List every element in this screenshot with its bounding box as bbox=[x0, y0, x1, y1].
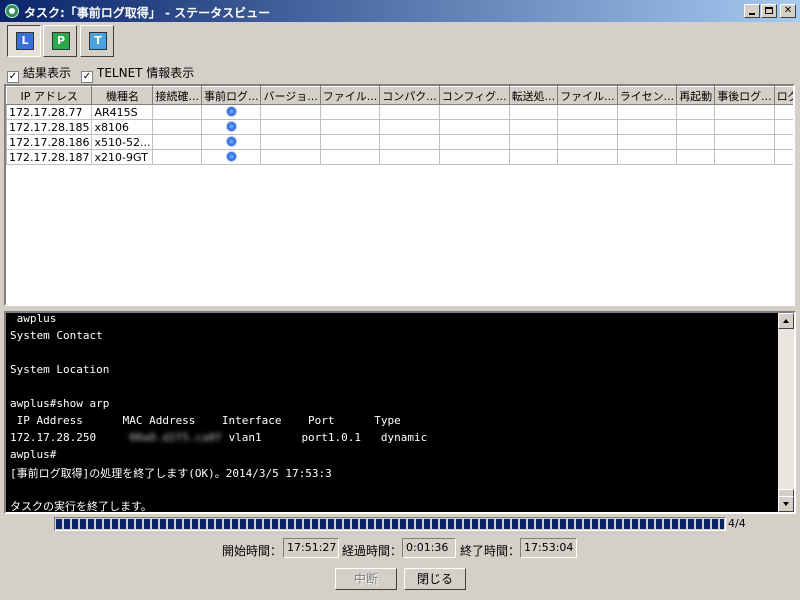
show-results-checkbox[interactable]: ✓ 結果表示 bbox=[7, 64, 72, 83]
telnet-console[interactable]: awplus System Contact System Location aw… bbox=[4, 311, 796, 514]
console-scrollbar[interactable] bbox=[778, 313, 794, 512]
window-title: タスク:「事前ログ取得」 - ステータスビュー bbox=[24, 6, 271, 20]
log-view-icon: L bbox=[16, 32, 34, 50]
arp-port: port1.0.1 bbox=[301, 431, 362, 444]
busy-icon bbox=[226, 121, 236, 131]
console-line: awplus# bbox=[10, 448, 57, 461]
console-line: IP Address MAC Address Interface Port Ty… bbox=[10, 414, 401, 427]
connect-cell bbox=[152, 119, 202, 135]
close-window-button[interactable]: ✕ bbox=[780, 4, 796, 18]
terminal-icon: T bbox=[89, 32, 107, 50]
ip-cell: 172.17.28.77 bbox=[6, 104, 93, 120]
model-cell: x210-9GT bbox=[91, 149, 154, 165]
table-header-row: IP アドレス 機種名 接続確... 事前ログ... バージョ... ファイル.… bbox=[6, 86, 793, 105]
terminal-button[interactable]: T bbox=[80, 25, 114, 57]
stop-button[interactable]: 中断 bbox=[335, 568, 397, 590]
start-time-label: 開始時間： bbox=[222, 544, 283, 558]
column-header-version[interactable]: バージョ... bbox=[260, 86, 321, 105]
status-grid[interactable]: IP アドレス 機種名 接続確... 事前ログ... バージョ... ファイル.… bbox=[4, 84, 795, 306]
model-cell: x510-52... bbox=[91, 134, 154, 150]
scroll-down-icon[interactable] bbox=[778, 496, 794, 512]
progress-bar bbox=[54, 517, 726, 531]
connect-cell bbox=[152, 134, 202, 150]
log-view-button[interactable]: L bbox=[7, 25, 41, 57]
end-time-label: 終了時間： bbox=[460, 544, 521, 558]
console-line: System Location bbox=[10, 363, 110, 376]
busy-icon bbox=[226, 151, 236, 161]
column-header-file2[interactable]: ファイル... bbox=[557, 86, 618, 105]
column-header-ip[interactable]: IP アドレス bbox=[6, 86, 93, 105]
column-header-model[interactable]: 機種名 bbox=[91, 86, 154, 105]
model-cell: x8106 bbox=[91, 119, 154, 135]
prelog-cell bbox=[200, 134, 262, 150]
column-header-file[interactable]: ファイル... bbox=[319, 86, 381, 105]
console-line: [事前ログ取得]の処理を終了します(OK)。2014/3/5 17:53:3 bbox=[10, 467, 332, 480]
table-row[interactable]: 172.17.28.186 x510-52... bbox=[6, 134, 793, 150]
column-header-postlog[interactable]: 事後ログ... bbox=[714, 86, 775, 105]
ip-cell: 172.17.28.186 bbox=[6, 134, 93, 150]
scroll-up-icon[interactable] bbox=[778, 313, 794, 329]
busy-icon bbox=[226, 136, 236, 146]
title-bar[interactable]: タスク:「事前ログ取得」 - ステータスビュー ✕ bbox=[0, 0, 800, 22]
start-time-field: 17:51:27 bbox=[283, 538, 339, 558]
prelog-cell bbox=[200, 149, 262, 165]
column-header-config[interactable]: コンフィグ... bbox=[438, 86, 510, 105]
column-header-license[interactable]: ライセン... bbox=[616, 86, 678, 105]
prelog-cell bbox=[200, 104, 262, 120]
column-header-logcompare[interactable]: ログ比較 bbox=[773, 86, 793, 105]
console-line: System Contact bbox=[10, 329, 103, 342]
console-line: awplus bbox=[10, 312, 57, 325]
table-row[interactable]: 172.17.28.187 x210-9GT bbox=[6, 149, 793, 165]
connect-cell bbox=[152, 149, 202, 165]
elapsed-time-label: 経過時間： bbox=[342, 544, 403, 558]
column-header-transfer[interactable]: 転送処... bbox=[508, 86, 559, 105]
show-results-label: 結果表示 bbox=[23, 66, 72, 80]
ip-cell: 172.17.28.187 bbox=[6, 149, 93, 165]
column-header-compact[interactable]: コンパク... bbox=[379, 86, 440, 105]
status-table: IP アドレス 機種名 接続確... 事前ログ... バージョ... ファイル.… bbox=[6, 86, 793, 165]
connect-cell bbox=[152, 104, 202, 120]
column-header-prelog[interactable]: 事前ログ... bbox=[200, 86, 262, 105]
column-header-connect[interactable]: 接続確... bbox=[152, 86, 202, 105]
elapsed-time-field: 0:01:36 bbox=[402, 538, 456, 558]
app-icon bbox=[5, 4, 19, 18]
arp-ip: 172.17.28.250 bbox=[10, 431, 97, 444]
show-telnet-label: TELNET 情報表示 bbox=[97, 66, 195, 80]
table-row[interactable]: 172.17.28.185 x8106 bbox=[6, 119, 793, 135]
model-cell: AR415S bbox=[91, 104, 154, 120]
table-row[interactable]: 172.17.28.77 AR415S bbox=[6, 104, 793, 120]
show-telnet-checkbox[interactable]: ✓ TELNET 情報表示 bbox=[81, 64, 195, 83]
column-header-reboot[interactable]: 再起動 bbox=[676, 86, 716, 105]
checkmark-icon: ✓ bbox=[7, 71, 19, 83]
end-time-field: 17:53:04 bbox=[520, 538, 577, 558]
console-line: タスクの実行を終了します。 bbox=[10, 500, 152, 513]
ip-cell: 172.17.28.185 bbox=[6, 119, 93, 135]
maximize-button[interactable] bbox=[761, 4, 777, 18]
arp-interface: vlan1 bbox=[228, 431, 262, 444]
console-line: awplus#show arp bbox=[10, 397, 110, 410]
print-icon: P bbox=[52, 32, 70, 50]
progress-fill bbox=[56, 519, 724, 529]
progress-count: 4/4 bbox=[728, 517, 746, 530]
checkmark-icon: ✓ bbox=[81, 71, 93, 83]
close-button[interactable]: 閉じる bbox=[404, 568, 466, 590]
prelog-cell bbox=[200, 119, 262, 135]
busy-icon bbox=[226, 106, 236, 116]
arp-type: dynamic bbox=[380, 431, 428, 444]
console-arp-row: 172.17.28.250 00a0.d2f5.ca8f vlan1 port1… bbox=[10, 431, 427, 444]
minimize-button[interactable] bbox=[744, 4, 760, 18]
arp-mac: 00a0.d2f5.ca8f bbox=[129, 431, 222, 444]
print-button[interactable]: P bbox=[43, 25, 77, 57]
